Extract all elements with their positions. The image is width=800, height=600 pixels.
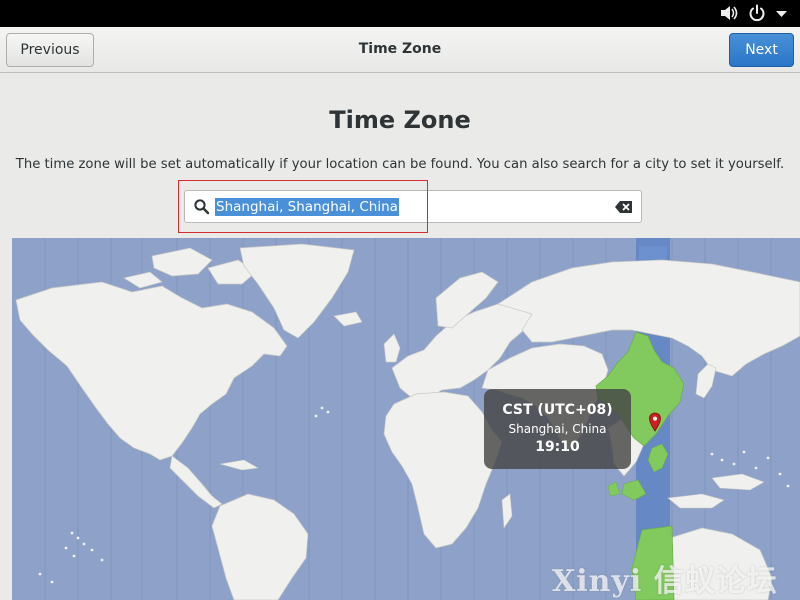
timezone-local-time: 19:10 [535, 439, 580, 455]
watermark-text: Xinyi 信蚁论坛 [552, 564, 778, 599]
clear-icon[interactable] [615, 200, 633, 214]
dropdown-arrow-icon[interactable] [772, 4, 792, 22]
location-search-field[interactable]: Shanghai, Shanghai, China [184, 190, 642, 223]
timezone-info-popup: CST (UTC+08) Shanghai, China 19:10 [484, 389, 631, 469]
page-description: The time zone will be set automatically … [15, 157, 785, 172]
timezone-name: CST (UTC+08) [502, 402, 613, 418]
system-top-bar [0, 0, 800, 27]
header-title: Time Zone [358, 41, 442, 57]
header-bar: Previous Time Zone Next [0, 27, 800, 73]
location-pin-icon [649, 412, 661, 432]
search-input-selected-text: Shanghai, Shanghai, China [215, 198, 399, 216]
search-input[interactable]: Shanghai, Shanghai, China [215, 197, 399, 217]
timezone-city: Shanghai, China [508, 422, 607, 436]
timezone-world-map[interactable] [12, 238, 800, 600]
world-map-image[interactable] [12, 238, 800, 600]
volume-icon[interactable] [719, 4, 739, 22]
page-title: Time Zone [329, 106, 471, 134]
next-button[interactable]: Next [729, 33, 794, 67]
search-icon [194, 199, 210, 215]
power-icon[interactable] [747, 4, 767, 22]
